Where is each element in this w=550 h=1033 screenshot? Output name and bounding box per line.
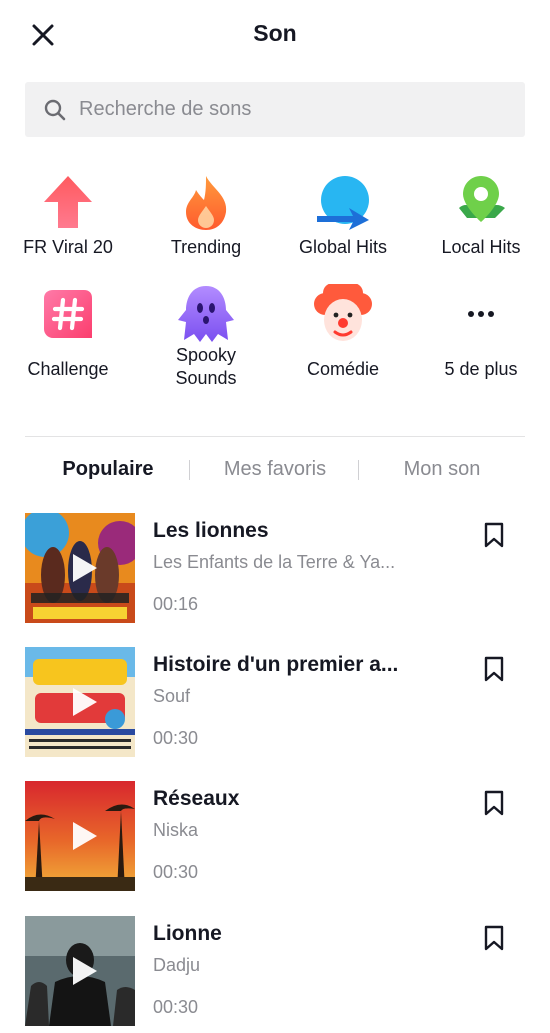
- album-cover[interactable]: [25, 647, 135, 757]
- flame-icon: [186, 176, 227, 230]
- search-input[interactable]: [79, 98, 499, 121]
- tab-populaire[interactable]: Populaire: [23, 452, 193, 486]
- song-title: Histoire d'un premier a...: [153, 653, 399, 676]
- category-fr-viral-20[interactable]: FR Viral 20: [0, 172, 136, 259]
- play-icon[interactable]: [65, 818, 101, 854]
- album-cover[interactable]: [25, 916, 135, 1026]
- song-duration: 00:30: [153, 728, 199, 748]
- tab-mes-favoris[interactable]: Mes favoris: [190, 452, 360, 486]
- category-label: FR Viral 20: [23, 237, 113, 257]
- category-label: Comédie: [306, 359, 380, 379]
- search-icon: [44, 99, 66, 120]
- ghost-icon: [178, 286, 234, 342]
- play-icon[interactable]: [65, 953, 101, 989]
- category-comedie[interactable]: Comédie: [275, 284, 411, 381]
- category-label: 5 de plus: [444, 359, 518, 379]
- bookmark-icon[interactable]: [483, 925, 505, 951]
- category-label: Local Hits: [441, 237, 521, 257]
- album-cover[interactable]: [25, 781, 135, 891]
- clown-icon: [314, 284, 372, 341]
- hashtag-icon: [44, 290, 92, 338]
- category-global-hits[interactable]: Global Hits: [275, 172, 411, 259]
- album-cover[interactable]: [25, 513, 135, 623]
- location-pin-icon: [459, 176, 505, 222]
- song-duration: 00:30: [153, 862, 199, 882]
- category-label: Spooky Sounds: [175, 345, 237, 388]
- category-label: Global Hits: [298, 237, 388, 257]
- section-divider: [25, 436, 525, 437]
- song-item[interactable]: Les lionnes Les Enfants de la Terre & Ya…: [25, 513, 535, 623]
- song-item[interactable]: Histoire d'un premier a... Souf 00:30: [25, 647, 535, 757]
- more-icon: [468, 311, 494, 317]
- category-trending[interactable]: Trending: [138, 172, 274, 259]
- globe-icon: [317, 176, 369, 230]
- arrow-up-icon: [44, 176, 92, 228]
- category-local-hits[interactable]: Local Hits: [413, 172, 549, 259]
- category-label: Challenge: [27, 359, 109, 379]
- tab-mon-son[interactable]: Mon son: [357, 452, 527, 486]
- song-item[interactable]: Lionne Dadju 00:30: [25, 916, 535, 1026]
- song-artist: Niska: [153, 820, 199, 840]
- song-duration: 00:30: [153, 997, 199, 1017]
- category-challenge[interactable]: Challenge: [0, 284, 136, 381]
- song-item[interactable]: Réseaux Niska 00:30: [25, 781, 535, 891]
- category-label: Trending: [170, 237, 242, 257]
- song-artist: Dadju: [153, 955, 201, 975]
- song-title: Réseaux: [153, 787, 240, 810]
- category-spooky-sounds[interactable]: Spooky Sounds: [138, 284, 274, 390]
- song-title: Lionne: [153, 922, 222, 945]
- play-icon[interactable]: [65, 684, 101, 720]
- bookmark-icon[interactable]: [483, 790, 505, 816]
- tab-bar: Populaire Mes favoris Mon son: [0, 452, 550, 486]
- play-icon[interactable]: [65, 550, 101, 586]
- page-title: Son: [253, 20, 297, 46]
- search-bar[interactable]: [25, 82, 525, 137]
- bookmark-icon[interactable]: [483, 522, 505, 548]
- category-more[interactable]: 5 de plus: [413, 284, 549, 381]
- song-artist: Les Enfants de la Terre & Ya...: [153, 552, 396, 572]
- song-title: Les lionnes: [153, 519, 269, 542]
- bookmark-icon[interactable]: [483, 656, 505, 682]
- header-bar: Son: [0, 0, 550, 70]
- song-artist: Souf: [153, 686, 191, 706]
- song-duration: 00:16: [153, 594, 199, 614]
